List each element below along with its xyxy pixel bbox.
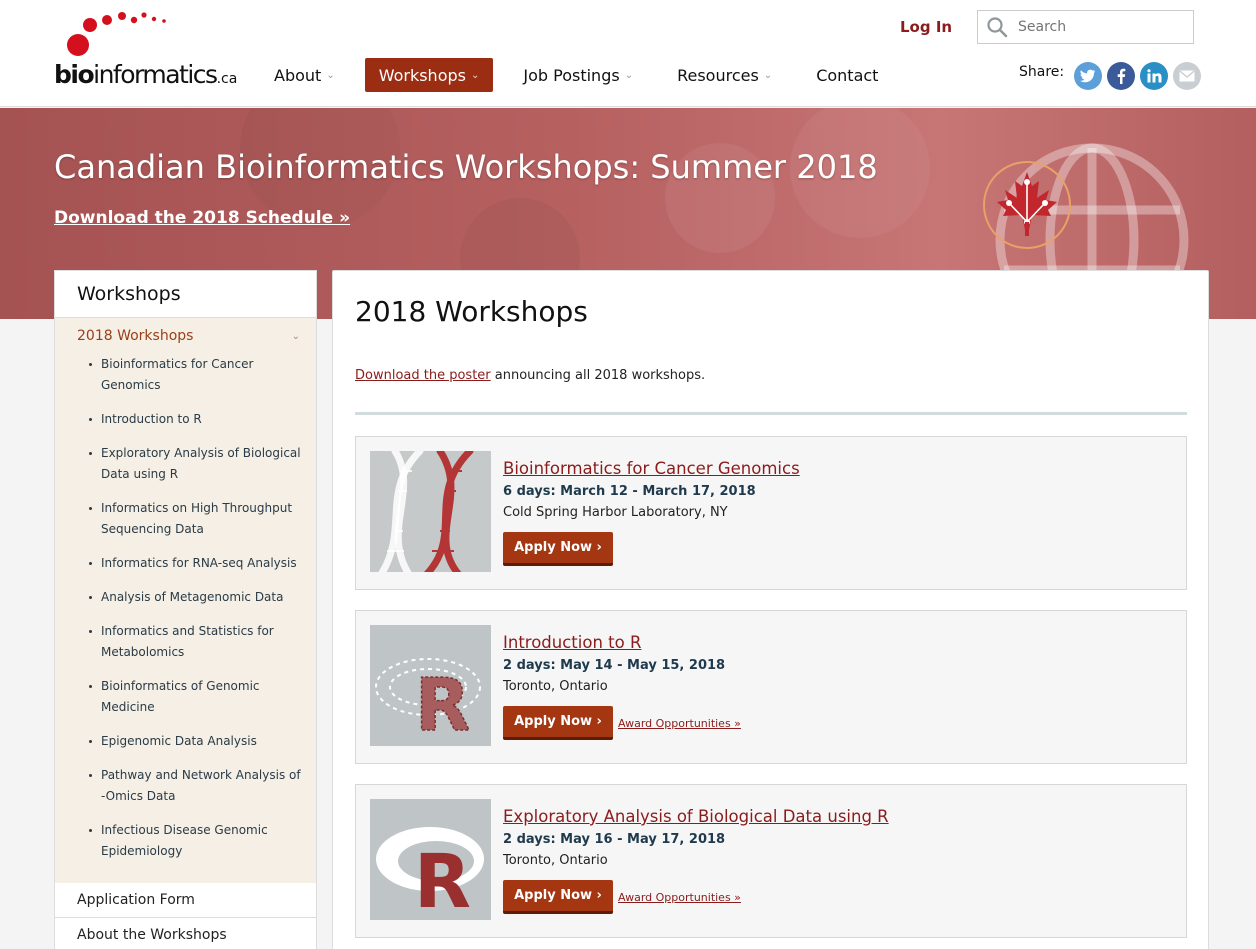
intro-suffix: announcing all 2018 workshops. xyxy=(490,368,706,383)
workshop-title-link[interactable]: Bioinformatics for Cancer Genomics xyxy=(503,459,800,478)
twitter-icon[interactable] xyxy=(1074,62,1103,90)
chevron-down-icon: ⌄ xyxy=(624,69,634,81)
sidebar-item-about-workshops[interactable]: About the Workshops xyxy=(54,918,317,949)
email-icon[interactable] xyxy=(1173,62,1202,90)
apply-now-button[interactable]: Apply Now › xyxy=(503,880,613,914)
download-poster-link[interactable]: Download the poster xyxy=(355,368,491,383)
share-bar: Share: xyxy=(1019,62,1202,90)
sidebar-workshop-link[interactable]: Informatics and Statistics for Metabolom… xyxy=(89,621,306,663)
login-link[interactable]: Log In xyxy=(900,18,952,36)
nav-about[interactable]: About ⌄ xyxy=(260,58,349,92)
search-icon xyxy=(987,17,1008,38)
site-header: bioinformatics.ca About ⌄ Workshops ⌄ Job … xyxy=(0,0,1256,107)
maple-leaf-logo-icon xyxy=(983,161,1071,249)
award-opportunities-link[interactable]: Award Opportunities » xyxy=(618,717,741,730)
sidebar-workshop-link[interactable]: Epigenomic Data Analysis xyxy=(89,731,306,752)
main-nav: About ⌄ Workshops ⌄ Job Postings ⌄ Resource… xyxy=(260,58,908,92)
logo-wordmark: bioinformatics.ca xyxy=(54,60,238,89)
nav-contact[interactable]: Contact xyxy=(802,58,892,92)
workshop-title-link[interactable]: Exploratory Analysis of Biological Data … xyxy=(503,807,889,826)
sidebar-workshop-link[interactable]: Pathway and Network Analysis of -Omics D… xyxy=(89,765,306,807)
chevron-down-icon: ⌄ xyxy=(763,69,773,81)
sidebar-workshop-link[interactable]: Bioinformatics of Genomic Medicine xyxy=(89,676,306,718)
workshop-title-link[interactable]: Introduction to R xyxy=(503,633,641,652)
nav-resources[interactable]: Resources ⌄ xyxy=(663,58,786,92)
sidebar-workshop-link[interactable]: Informatics on High Throughput Sequencin… xyxy=(89,498,306,540)
workshop-card: R Exploratory Analysis of Biological Dat… xyxy=(355,784,1187,938)
sidebar-submenu: 2018 Workshops ⌄ Bioinformatics for Canc… xyxy=(54,318,317,883)
chevron-down-icon: ⌄ xyxy=(326,69,335,81)
workshop-location: Toronto, Ontario xyxy=(503,853,608,868)
divider xyxy=(355,412,1187,415)
workshop-card: R Introduction to R 2 days: May 14 - May… xyxy=(355,610,1187,764)
r-logo-image[interactable]: R xyxy=(370,799,491,920)
search-box[interactable] xyxy=(977,10,1194,44)
sidebar-item-2018-workshops[interactable]: 2018 Workshops ⌄ xyxy=(55,318,316,354)
workshop-location: Toronto, Ontario xyxy=(503,679,608,694)
chevron-down-icon: ⌄ xyxy=(470,69,480,81)
nav-workshops[interactable]: Workshops ⌄ xyxy=(364,58,494,92)
sidebar-workshop-link[interactable]: Exploratory Analysis of Biological Data … xyxy=(89,443,306,485)
r-logo-dashed-image[interactable]: R xyxy=(370,625,491,746)
apply-now-button[interactable]: Apply Now › xyxy=(503,706,613,740)
sidebar-workshop-link[interactable]: Bioinformatics for Cancer Genomics xyxy=(89,354,306,396)
linkedin-icon[interactable] xyxy=(1140,62,1169,90)
sidebar-title: Workshops xyxy=(54,270,317,318)
dna-helix-image[interactable] xyxy=(370,451,491,572)
sidebar-item-application-form[interactable]: Application Form xyxy=(54,883,317,918)
facebook-icon[interactable] xyxy=(1107,62,1136,90)
chevron-down-icon: ⌄ xyxy=(291,330,300,342)
sidebar-workshop-link[interactable]: Introduction to R xyxy=(89,409,306,430)
sidebar-workshop-list: Bioinformatics for Cancer Genomics Intro… xyxy=(55,354,316,862)
nav-job-postings[interactable]: Job Postings ⌄ xyxy=(509,58,647,92)
workshop-card: Bioinformatics for Cancer Genomics 6 day… xyxy=(355,436,1187,590)
sidebar-workshop-link[interactable]: Infectious Disease Genomic Epidemiology xyxy=(89,820,306,862)
download-schedule-link[interactable]: Download the 2018 Schedule » xyxy=(54,208,350,228)
share-label: Share: xyxy=(1019,64,1065,80)
main-content: 2018 Workshops Download the poster annou… xyxy=(332,270,1209,949)
workshop-dates: 2 days: May 16 - May 17, 2018 xyxy=(503,832,726,847)
sidebar-workshop-link[interactable]: Analysis of Metagenomic Data xyxy=(89,587,306,608)
workshop-dates: 6 days: March 12 - March 17, 2018 xyxy=(503,484,756,499)
apply-now-button[interactable]: Apply Now › xyxy=(503,532,613,566)
award-opportunities-link[interactable]: Award Opportunities » xyxy=(618,891,741,904)
sidebar-workshop-link[interactable]: Informatics for RNA-seq Analysis xyxy=(89,553,306,574)
site-logo[interactable]: bioinformatics.ca xyxy=(54,10,238,90)
sidebar-item-label: 2018 Workshops xyxy=(77,328,194,344)
svg-text:R: R xyxy=(414,839,471,920)
search-input[interactable] xyxy=(1018,19,1178,35)
logo-dots xyxy=(67,12,166,56)
intro-text: Download the poster announcing all 2018 … xyxy=(355,368,705,383)
sidebar: Workshops 2018 Workshops ⌄ Bioinformatic… xyxy=(54,270,317,949)
svg-text:R: R xyxy=(415,663,470,746)
workshop-location: Cold Spring Harbor Laboratory, NY xyxy=(503,505,728,520)
page-title: 2018 Workshops xyxy=(355,295,588,328)
workshop-dates: 2 days: May 14 - May 15, 2018 xyxy=(503,658,726,673)
hero-title: Canadian Bioinformatics Workshops: Summe… xyxy=(54,148,878,186)
